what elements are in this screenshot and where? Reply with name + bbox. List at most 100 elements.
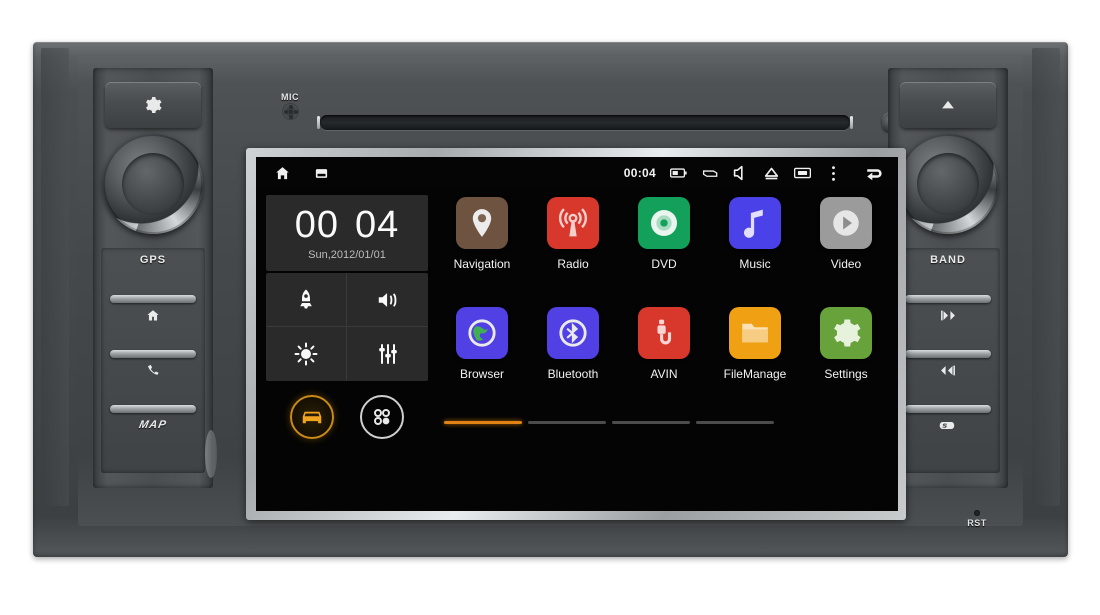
map-button[interactable]: MAP xyxy=(101,417,205,472)
eject-icon[interactable] xyxy=(763,165,780,182)
reset-control[interactable]: RST xyxy=(951,510,1003,528)
next-track-button[interactable] xyxy=(896,362,1000,417)
app-tile[interactable] xyxy=(820,307,872,359)
app-avin[interactable]: AVIN xyxy=(622,307,706,417)
home-icon[interactable] xyxy=(274,165,291,182)
boost-tile[interactable] xyxy=(266,273,347,327)
app-tile[interactable] xyxy=(456,197,508,249)
app-tile[interactable] xyxy=(820,197,872,249)
rocket-icon xyxy=(300,289,312,308)
page-dot[interactable] xyxy=(528,421,606,424)
car-head-unit-device: MIC GPS MAP BAND RST 00:04 00 04 Sun,201… xyxy=(33,42,1068,557)
app-label: Navigation xyxy=(453,257,511,271)
right-control-column: BAND xyxy=(888,68,1008,488)
app-tile[interactable] xyxy=(456,307,508,359)
app-label: Music xyxy=(739,257,771,271)
home-screen: 00 04 Sun,2012/01/01 Navigation Radio DV… xyxy=(256,189,898,511)
microphone: MIC xyxy=(268,92,312,120)
app-label: Bluetooth xyxy=(547,367,599,381)
touchscreen[interactable]: 00:04 00 04 Sun,2012/01/01 Navigation Ra… xyxy=(256,157,898,511)
app-label: Radio xyxy=(557,257,589,271)
app-tile[interactable] xyxy=(547,197,599,249)
usb-icon[interactable] xyxy=(701,165,718,182)
phone-button[interactable] xyxy=(101,362,205,417)
key-bar xyxy=(110,295,196,303)
eject-icon xyxy=(942,100,954,109)
screenshot-root: MIC GPS MAP BAND RST 00:04 00 04 Sun,201… xyxy=(0,0,1100,615)
page-dot[interactable] xyxy=(696,421,774,424)
app-tile[interactable] xyxy=(638,197,690,249)
power-settings-button[interactable] xyxy=(105,82,201,128)
reset-pinhole-icon[interactable] xyxy=(974,510,980,516)
key-bar xyxy=(905,405,991,413)
battery-icon[interactable] xyxy=(670,165,687,182)
app-browser[interactable]: Browser xyxy=(440,307,524,417)
overflow-menu-icon[interactable] xyxy=(825,165,842,182)
status-clock: 00:04 xyxy=(623,166,656,180)
key-bar xyxy=(110,350,196,358)
volume-icon[interactable] xyxy=(732,165,749,182)
back-icon[interactable] xyxy=(862,163,886,183)
page-dot[interactable] xyxy=(444,421,522,424)
gear-icon xyxy=(146,97,162,113)
app-row-1: Navigation Radio DVD Music Video xyxy=(440,197,888,307)
folder-icon xyxy=(742,323,768,343)
sd-card-icon xyxy=(939,417,957,434)
app-label: AVIN xyxy=(650,367,678,381)
key-bar xyxy=(905,295,991,303)
clock-hours: 00 xyxy=(294,203,339,246)
app-bluetooth[interactable]: Bluetooth xyxy=(531,307,615,417)
app-filemanager[interactable]: FileManage xyxy=(713,307,797,417)
app-label: DVD xyxy=(651,257,677,271)
app-dvd[interactable]: DVD xyxy=(622,197,706,307)
clock-widget[interactable]: 00 04 Sun,2012/01/01 xyxy=(266,195,428,271)
app-label: Browser xyxy=(459,367,504,381)
app-tile[interactable] xyxy=(638,307,690,359)
app-settings[interactable]: Settings xyxy=(804,307,888,417)
app-tile[interactable] xyxy=(729,197,781,249)
app-navigation[interactable]: Navigation xyxy=(440,197,524,307)
page-indicator[interactable] xyxy=(440,421,888,424)
reset-label: RST xyxy=(967,518,987,528)
screen-bezel: 00:04 00 04 Sun,2012/01/01 Navigation Ra… xyxy=(246,148,906,520)
band-label: BAND xyxy=(930,254,966,266)
sliders-icon xyxy=(378,344,397,364)
recents-icon[interactable] xyxy=(313,165,330,182)
clock-date: Sun,2012/01/01 xyxy=(308,248,386,261)
app-tile[interactable] xyxy=(547,307,599,359)
previous-track-icon xyxy=(939,307,957,324)
sdcard-icon[interactable] xyxy=(794,165,811,182)
disc-slot[interactable] xyxy=(317,115,853,130)
page-dot[interactable] xyxy=(612,421,690,424)
next-track-icon xyxy=(939,362,957,379)
previous-track-button[interactable] xyxy=(896,307,1000,362)
car-mode-button[interactable] xyxy=(290,395,334,439)
app-video[interactable]: Video xyxy=(804,197,888,307)
app-tile[interactable] xyxy=(729,307,781,359)
music-note-icon xyxy=(743,209,763,238)
brightness-tile[interactable] xyxy=(266,327,347,381)
band-button[interactable]: BAND xyxy=(896,252,1000,307)
app-music[interactable]: Music xyxy=(713,197,797,307)
app-radio[interactable]: Radio xyxy=(531,197,615,307)
home-button[interactable] xyxy=(101,307,205,362)
key-bar xyxy=(905,350,991,358)
right-key-stack: BAND xyxy=(896,248,1000,473)
app-grid: Navigation Radio DVD Music Video Browser… xyxy=(434,189,898,511)
app-row-2: Browser Bluetooth AVIN FileManage Settin… xyxy=(440,307,888,417)
left-key-stack: GPS MAP xyxy=(101,248,205,473)
right-rotary-knob[interactable] xyxy=(898,134,998,234)
left-rotary-knob[interactable] xyxy=(103,134,203,234)
sd-card-button[interactable] xyxy=(896,417,1000,472)
apps-grid-icon xyxy=(374,409,390,425)
disc-icon xyxy=(650,209,678,237)
bluetooth-icon xyxy=(559,319,587,347)
gps-button[interactable]: GPS xyxy=(101,252,205,307)
all-apps-button[interactable] xyxy=(360,395,404,439)
equalizer-tile[interactable] xyxy=(347,327,428,381)
mic-label: MIC xyxy=(281,92,299,102)
key-bar xyxy=(110,405,196,413)
volume-tile[interactable] xyxy=(347,273,428,327)
right-vent-strip xyxy=(1032,48,1060,506)
eject-button[interactable] xyxy=(900,82,996,128)
